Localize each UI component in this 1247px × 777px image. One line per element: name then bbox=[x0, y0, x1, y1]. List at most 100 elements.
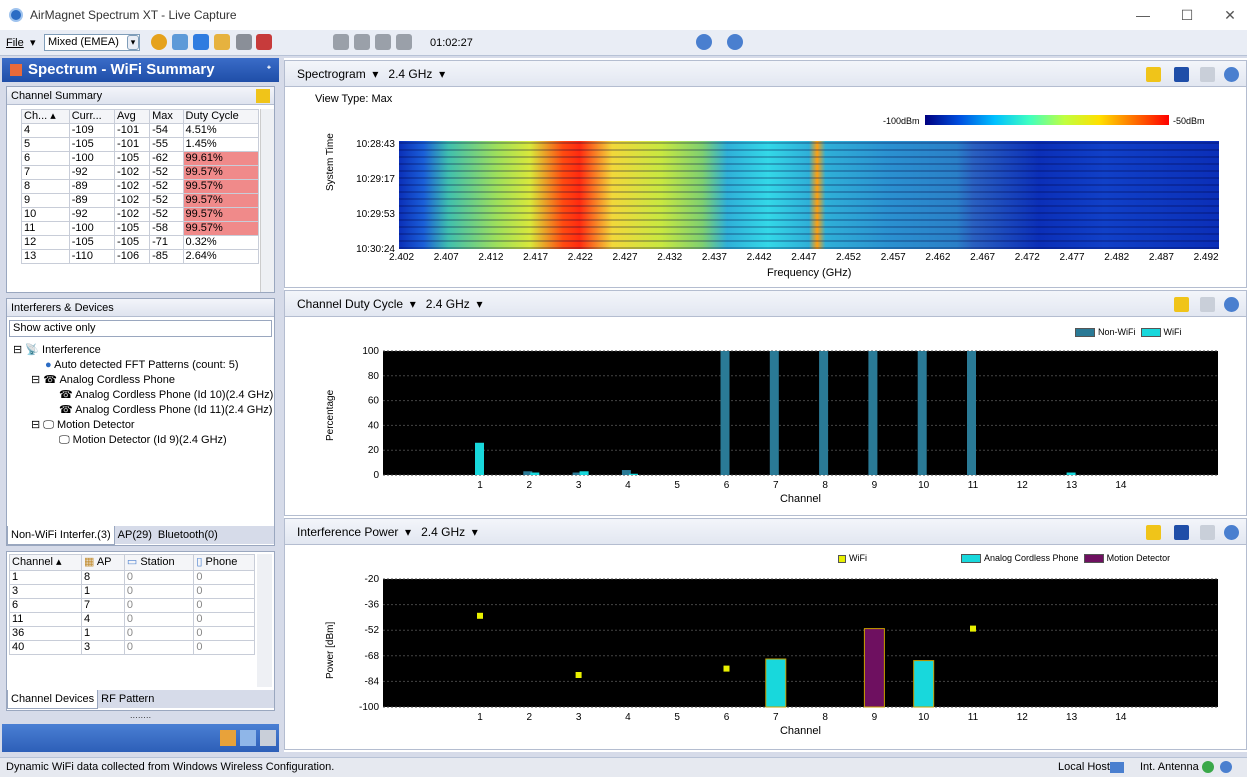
status-text: Dynamic WiFi data collected from Windows… bbox=[6, 761, 335, 773]
cell: 0 bbox=[123, 570, 195, 585]
rewind-icon[interactable] bbox=[396, 34, 412, 50]
tab-non-wifi[interactable]: Non-WiFi Interfer.(3) bbox=[7, 526, 115, 545]
interferers-section: Interferers & Devices Show active only ⊟… bbox=[6, 298, 275, 546]
table-row[interactable]: 1800 bbox=[9, 570, 255, 585]
channel-summary-col-4[interactable]: Duty Cycle bbox=[182, 109, 260, 124]
add-chart-icon[interactable] bbox=[1174, 297, 1189, 312]
add-icon[interactable] bbox=[193, 34, 209, 50]
time-tick: 10:28:43 bbox=[356, 139, 395, 150]
tree-node-cordless[interactable]: Analog Cordless Phone bbox=[59, 374, 175, 386]
tree-node-cordless-10[interactable]: Analog Cordless Phone (Id 10)(2.4 GHz) bbox=[75, 389, 273, 401]
export-icon[interactable] bbox=[1200, 297, 1215, 312]
pin-icon[interactable]: ᐩ bbox=[267, 58, 271, 82]
tree-node-motion[interactable]: Motion Detector bbox=[57, 419, 135, 431]
pause-icon[interactable] bbox=[354, 34, 370, 50]
table-row[interactable]: 40 3 0 0 bbox=[9, 640, 255, 655]
tree-node-auto-fft[interactable]: Auto detected FFT Patterns (count: 5) bbox=[54, 359, 238, 371]
duty-legend: Non-WiFi WiFi bbox=[1075, 327, 1182, 338]
settings-gear-icon[interactable] bbox=[151, 34, 167, 50]
table-row[interactable]: 13 -110 -106 -85 2.64% bbox=[21, 249, 260, 264]
help-icon[interactable] bbox=[727, 34, 743, 50]
target-icon[interactable] bbox=[696, 34, 712, 50]
maximize-button[interactable]: ☐ bbox=[1172, 6, 1202, 24]
devices-scrollbar[interactable] bbox=[257, 554, 272, 687]
tab-bluetooth[interactable]: Bluetooth(0) bbox=[155, 526, 221, 544]
table-row[interactable]: 7 -92 -102 -52 99.57% bbox=[21, 165, 260, 180]
table-row[interactable]: 11 -100 -105 -58 99.57% bbox=[21, 221, 260, 236]
legend-low-label: -100dBm bbox=[883, 116, 920, 126]
cell: 0 bbox=[123, 626, 195, 641]
power-xtick: 10 bbox=[918, 712, 930, 723]
channel-summary-col-1[interactable]: Curr... bbox=[68, 109, 116, 124]
fit-icon[interactable] bbox=[1174, 525, 1189, 540]
tree-node-cordless-11[interactable]: Analog Cordless Phone (Id 11)(2.4 GHz) bbox=[75, 404, 272, 416]
channel-summary-scrollbar[interactable] bbox=[260, 109, 274, 292]
collapse-icon[interactable]: ⊟ bbox=[31, 374, 40, 386]
table-row[interactable]: 3100 bbox=[9, 584, 255, 599]
mode-dropdown-icon[interactable]: ▾ bbox=[127, 35, 139, 50]
col-channel[interactable]: Channel ▴ bbox=[9, 554, 82, 571]
channel-summary-col-3[interactable]: Max bbox=[149, 109, 184, 124]
splitter-grip[interactable]: ········ bbox=[6, 714, 275, 722]
table-row[interactable]: 5 -105 -101 -55 1.45% bbox=[21, 137, 260, 152]
host-label: Local Host bbox=[1058, 761, 1110, 773]
table-row[interactable]: 11 4 0 0 bbox=[9, 612, 255, 627]
stop-icon[interactable] bbox=[375, 34, 391, 50]
table-row[interactable]: 36 1 0 0 bbox=[9, 626, 255, 641]
table-row[interactable]: 10 -92 -102 -52 99.57% bbox=[21, 207, 260, 222]
add-chart-icon[interactable] bbox=[1146, 67, 1161, 82]
table-row[interactable]: 12 -105 -105 -71 0.32% bbox=[21, 235, 260, 250]
table-row[interactable]: 8 -89 -102 -52 99.57% bbox=[21, 179, 260, 194]
add-channel-icon[interactable] bbox=[256, 89, 270, 103]
add-chart-icon[interactable] bbox=[1146, 525, 1161, 540]
collapse-icon[interactable]: ⊟ bbox=[31, 419, 40, 431]
col-phone[interactable]: ▯ Phone bbox=[193, 554, 255, 571]
spectrogram-title[interactable]: Spectrogram ▾ 2.4 GHz ▾ bbox=[297, 67, 445, 81]
file-dropdown-icon[interactable]: ▾ bbox=[30, 35, 36, 51]
export-icon[interactable] bbox=[1200, 525, 1215, 540]
table-row[interactable]: 6 -100 -105 -62 99.61% bbox=[21, 151, 260, 166]
save-icon[interactable] bbox=[236, 34, 252, 50]
export-icon[interactable] bbox=[1200, 67, 1215, 82]
table-row[interactable]: 6700 bbox=[9, 598, 255, 613]
channel-summary-col-0[interactable]: Ch... ▴ bbox=[21, 109, 70, 124]
open-folder-icon[interactable] bbox=[214, 34, 230, 50]
mode-select[interactable]: Mixed (EMEA) bbox=[44, 34, 140, 51]
duty-cycle-title[interactable]: Channel Duty Cycle ▾ 2.4 GHz ▾ bbox=[297, 297, 482, 311]
tab-rf-pattern[interactable]: RF Pattern bbox=[98, 690, 157, 708]
tree-node-motion-9[interactable]: Motion Detector (Id 9)(2.4 GHz) bbox=[73, 434, 227, 446]
cell: 0 bbox=[123, 584, 195, 599]
minimize-button[interactable]: — bbox=[1128, 6, 1158, 24]
legend-swatch-wifi bbox=[1140, 328, 1161, 338]
interference-power-chart[interactable]: -20-36-52-68-84-1001 2 3 4 5 6 7 8 9 10 11 12 13 14Ch… bbox=[345, 571, 1235, 743]
interference-power-title[interactable]: Interference Power ▾ 2.4 GHz ▾ bbox=[297, 525, 478, 539]
spectrogram-heatmap[interactable] bbox=[399, 141, 1219, 249]
col-ap[interactable]: ▦ AP bbox=[80, 554, 125, 571]
table-row[interactable]: 9 -89 -102 -52 99.57% bbox=[21, 193, 260, 208]
duty-cycle-chart[interactable]: 0204060801001 2 3 4 5 6 7 8 9 10 11 12 13 14Channel bbox=[345, 343, 1235, 503]
interferer-filter-select[interactable]: Show active only bbox=[9, 320, 272, 337]
tree-node-interference[interactable]: Interference bbox=[42, 344, 101, 356]
record-icon[interactable] bbox=[256, 34, 272, 50]
report-view-icon[interactable] bbox=[260, 730, 276, 746]
help-icon[interactable] bbox=[1224, 67, 1239, 82]
cell-curr: -92 bbox=[68, 207, 116, 222]
table-row[interactable]: 4 -109 -101 -54 4.51% bbox=[21, 123, 260, 138]
play-icon[interactable] bbox=[333, 34, 349, 50]
tab-ap[interactable]: AP(29) bbox=[115, 526, 155, 544]
help-icon[interactable] bbox=[1224, 297, 1239, 312]
collapse-icon[interactable]: ⊟ bbox=[13, 344, 22, 356]
col-station[interactable]: ▭ Station bbox=[123, 554, 195, 571]
power-xtick: 7 bbox=[773, 712, 779, 723]
fit-icon[interactable] bbox=[1174, 67, 1189, 82]
cell: 0 bbox=[193, 598, 255, 613]
close-button[interactable]: ✕ bbox=[1215, 6, 1245, 24]
help-icon[interactable] bbox=[1224, 525, 1239, 540]
cell-ch: 6 bbox=[21, 151, 70, 166]
channel-view-icon[interactable] bbox=[172, 34, 188, 50]
file-menu[interactable]: File bbox=[6, 35, 24, 51]
tab-channel-devices[interactable]: Channel Devices bbox=[7, 690, 99, 709]
search-view-icon[interactable] bbox=[240, 730, 256, 746]
summary-view-icon[interactable] bbox=[220, 730, 236, 746]
channel-summary-col-2[interactable]: Avg bbox=[114, 109, 151, 124]
